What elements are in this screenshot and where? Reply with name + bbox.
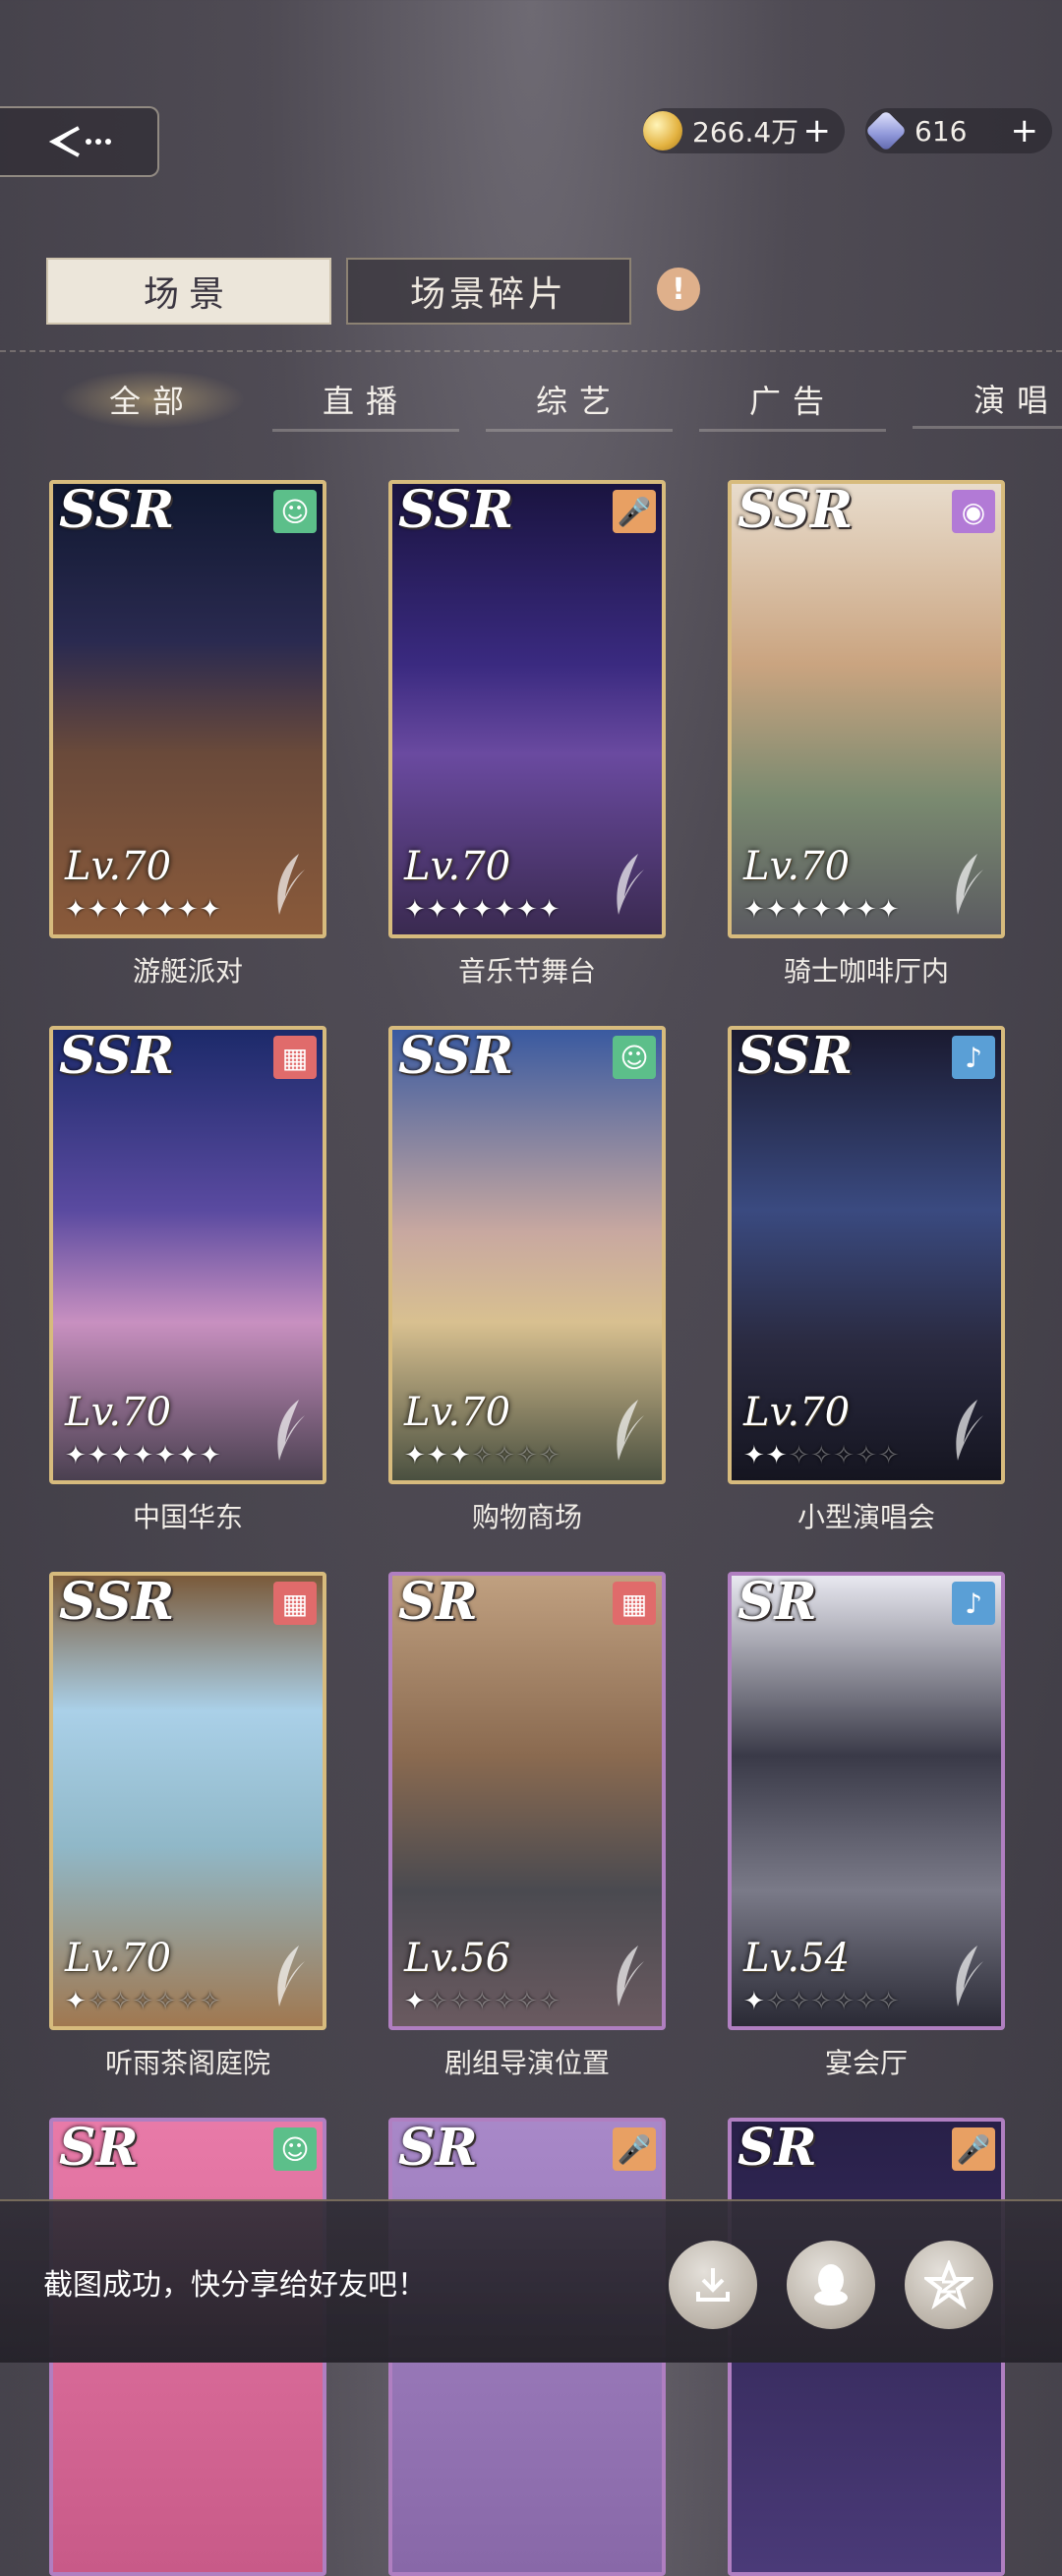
microphone-icon: 🎤 (952, 2127, 995, 2171)
alert-icon[interactable]: ! (657, 268, 700, 311)
card-name: 骑士咖啡厅内 (783, 955, 949, 988)
card-level: Lv.56 (404, 1936, 511, 1981)
download-icon (696, 2268, 730, 2302)
scene-card[interactable]: SSR ▦ Lv.70 ✦✧✧✧✧✧✧ (49, 1572, 326, 2030)
microphone-icon: 🎤 (613, 490, 656, 533)
share-toast: 截图成功，快分享给好友吧！ (0, 2199, 1062, 2363)
scene-card[interactable]: SR ♪ Lv.54 ✦✧✧✧✧✧✧ (728, 1572, 1005, 2030)
rarity-badge: SSR (59, 1026, 175, 1086)
scene-card[interactable]: SSR ♪ Lv.70 ✦✦✧✧✧✧✧ (728, 1026, 1005, 1484)
feather-emblem-icon (956, 854, 983, 915)
feather-emblem-icon (617, 1400, 644, 1461)
rarity-badge: SR (738, 1572, 817, 1632)
add-coins-button[interactable]: + (803, 111, 832, 150)
smile-icon: ☺ (273, 2127, 317, 2171)
qzone-share-button[interactable] (905, 2241, 993, 2329)
feather-emblem-icon (277, 1400, 305, 1461)
coin-icon (643, 111, 682, 150)
card-name: 游艇派对 (132, 955, 243, 988)
rarity-badge: SR (738, 2118, 817, 2178)
microphone-icon: 🎤 (613, 2127, 656, 2171)
card-name: 宴会厅 (824, 2047, 908, 2079)
card-level: Lv.70 (65, 1390, 172, 1435)
card-level: Lv.70 (65, 1936, 172, 1981)
card-level: Lv.70 (743, 844, 851, 889)
toast-message: 截图成功，快分享给好友吧！ (43, 2268, 427, 2303)
rarity-badge: SSR (59, 480, 175, 540)
rarity-badge: SSR (59, 1572, 175, 1632)
clapperboard-icon: ▦ (273, 1036, 317, 1079)
mic-stand-icon: ♪ (952, 1036, 995, 1079)
gem-amount: 616 (914, 114, 968, 148)
category-all[interactable]: 全部 (59, 370, 246, 429)
rarity-badge: SR (398, 2118, 478, 2178)
scene-card[interactable]: SSR ☺ Lv.70 ✦✦✦✦✦✦✦ (49, 480, 326, 938)
clapperboard-icon: ▦ (613, 1582, 656, 1625)
feather-emblem-icon (617, 854, 644, 915)
qzone-star-icon (924, 2260, 974, 2309)
feather-emblem-icon (956, 1400, 983, 1461)
smile-icon: ☺ (613, 1036, 656, 1079)
card-name: 听雨茶阁庭院 (104, 2047, 270, 2079)
download-button[interactable] (669, 2241, 757, 2329)
divider (0, 350, 1062, 352)
feather-emblem-icon (277, 854, 305, 915)
rarity-badge: SSR (398, 480, 514, 540)
category-variety[interactable]: 综艺 (486, 370, 673, 432)
card-level: Lv.70 (404, 1390, 511, 1435)
gem-counter: 616 + (864, 108, 1052, 153)
rarity-badge: SR (59, 2118, 139, 2178)
star-rating: ✦✦✦✦✦✦✦ (404, 895, 561, 925)
tab-scene-fragments[interactable]: 场景碎片 (346, 258, 631, 325)
smile-icon: ☺ (273, 490, 317, 533)
qq-icon (814, 2264, 848, 2306)
card-level: Lv.54 (743, 1936, 851, 1981)
rarity-badge: SSR (398, 1026, 514, 1086)
rarity-badge: SR (398, 1572, 478, 1632)
gem-icon (864, 109, 908, 152)
card-name: 中国华东 (132, 1501, 243, 1533)
star-rating: ✦✦✧✧✧✧✧ (743, 1441, 901, 1470)
card-name: 音乐节舞台 (457, 955, 596, 988)
tab-scene[interactable]: 场景 (46, 258, 331, 325)
coin-amount: 266.4万 (692, 116, 799, 149)
scene-card[interactable]: SSR ☺ Lv.70 ✦✦✦✧✧✧✧ (388, 1026, 666, 1484)
feather-emblem-icon (277, 1946, 305, 2007)
scene-card[interactable]: SSR ◉ Lv.70 ✦✦✦✦✦✦✦ (728, 480, 1005, 938)
card-level: Lv.70 (743, 1390, 851, 1435)
back-button[interactable] (0, 106, 159, 177)
star-rating: ✦✦✦✦✦✦✦ (743, 895, 901, 925)
add-gems-button[interactable]: + (1011, 111, 1039, 150)
clapperboard-icon: ▦ (273, 1582, 317, 1625)
card-name: 购物商场 (471, 1501, 582, 1533)
star-rating: ✦✧✧✧✧✧✧ (404, 1987, 561, 2016)
back-arrow-icon (48, 126, 111, 157)
feather-emblem-icon (956, 1946, 983, 2007)
star-rating: ✦✦✦✧✧✧✧ (404, 1441, 561, 1470)
qq-share-button[interactable] (787, 2241, 875, 2329)
rarity-badge: SSR (738, 1026, 854, 1086)
feather-emblem-icon (617, 1946, 644, 2007)
star-rating: ✦✧✧✧✧✧✧ (65, 1987, 222, 2016)
star-rating: ✦✧✧✧✧✧✧ (743, 1987, 901, 2016)
scene-card[interactable]: SSR 🎤 Lv.70 ✦✦✦✦✦✦✦ (388, 480, 666, 938)
coin-counter: 266.4万 + (643, 108, 845, 153)
category-concert[interactable]: 演唱 (913, 370, 1062, 429)
scene-card[interactable]: SSR ▦ Lv.70 ✦✦✦✦✦✦✦ (49, 1026, 326, 1484)
category-live[interactable]: 直播 (272, 370, 459, 432)
record-icon: ◉ (952, 490, 995, 533)
star-rating: ✦✦✦✦✦✦✦ (65, 1441, 222, 1470)
card-name: 小型演唱会 (796, 1501, 935, 1533)
scene-card[interactable]: SR ▦ Lv.56 ✦✧✧✧✧✧✧ (388, 1572, 666, 2030)
star-rating: ✦✦✦✦✦✦✦ (65, 895, 222, 925)
rarity-badge: SSR (738, 480, 854, 540)
card-name: 剧组导演位置 (443, 2047, 610, 2079)
card-level: Lv.70 (65, 844, 172, 889)
card-level: Lv.70 (404, 844, 511, 889)
mic-stand-icon: ♪ (952, 1582, 995, 1625)
category-ads[interactable]: 广告 (699, 370, 886, 432)
